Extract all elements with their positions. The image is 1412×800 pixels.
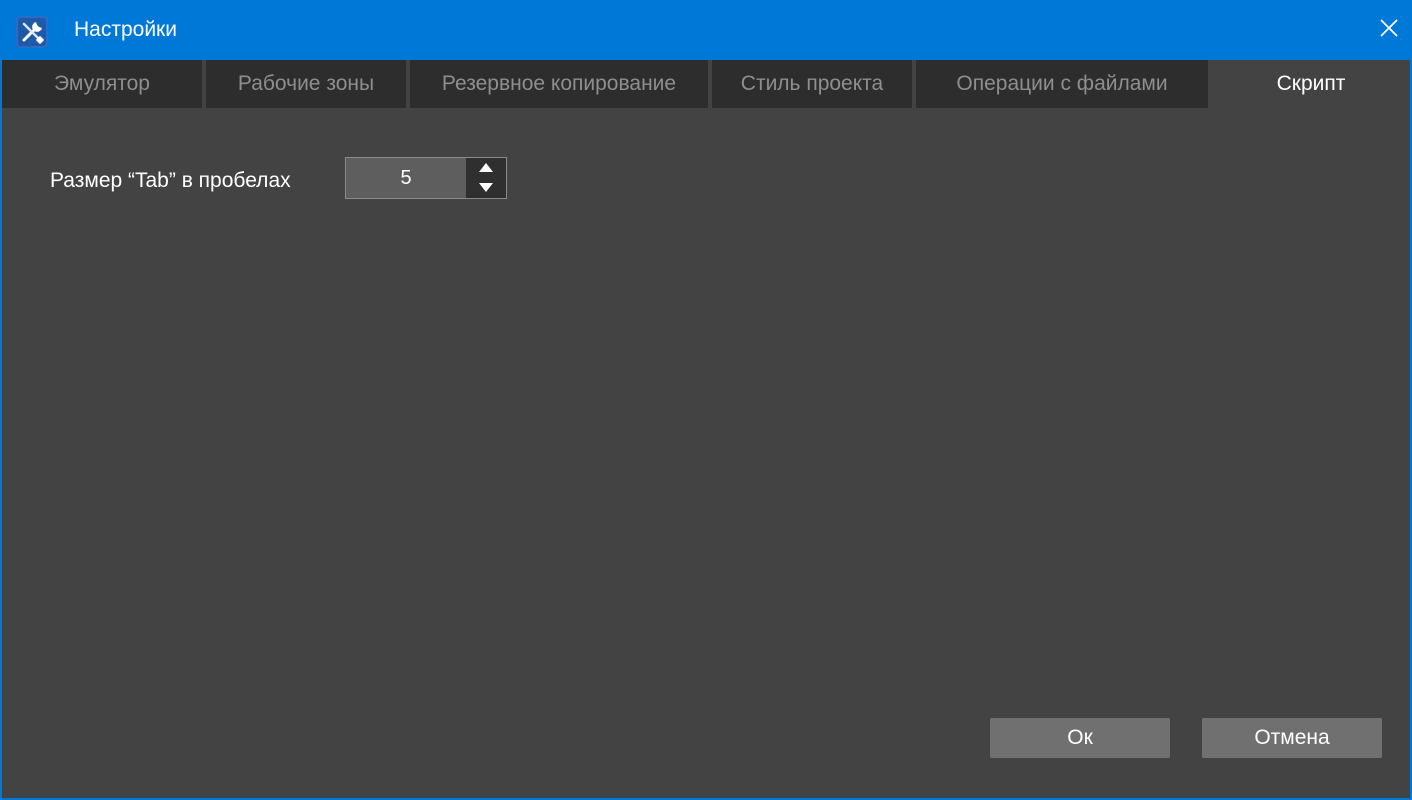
tab-work-zones[interactable]: Рабочие зоны [206,60,410,108]
tab-script[interactable]: Скрипт [1212,60,1410,108]
tab-size-label: Размер “Tab” в пробелах [50,169,291,192]
close-button[interactable] [1366,0,1412,60]
increment-button[interactable] [466,158,506,178]
tab-size-stepper[interactable]: 5 [345,157,507,199]
tools-icon [16,16,48,48]
ok-button[interactable]: Ок [990,718,1170,758]
stepper-arrows [466,158,506,198]
settings-tabs: Эмулятор Рабочие зоны Резервное копирова… [2,60,1410,108]
tab-size-input[interactable]: 5 [346,158,466,198]
title-bar[interactable]: Настройки [0,0,1412,60]
tab-file-operations[interactable]: Операции с файлами [916,60,1212,108]
close-icon [1380,18,1398,42]
window-title: Настройки [74,18,177,41]
tab-backup[interactable]: Резервное копирование [410,60,712,108]
arrow-down-icon [479,179,493,197]
tab-project-style[interactable]: Стиль проекта [712,60,916,108]
settings-window: Настройки Эмулятор Рабочие зоны Резервно… [0,0,1412,800]
cancel-button[interactable]: Отмена [1202,718,1382,758]
decrement-button[interactable] [466,178,506,198]
tab-emulator[interactable]: Эмулятор [2,60,206,108]
arrow-up-icon [479,159,493,177]
